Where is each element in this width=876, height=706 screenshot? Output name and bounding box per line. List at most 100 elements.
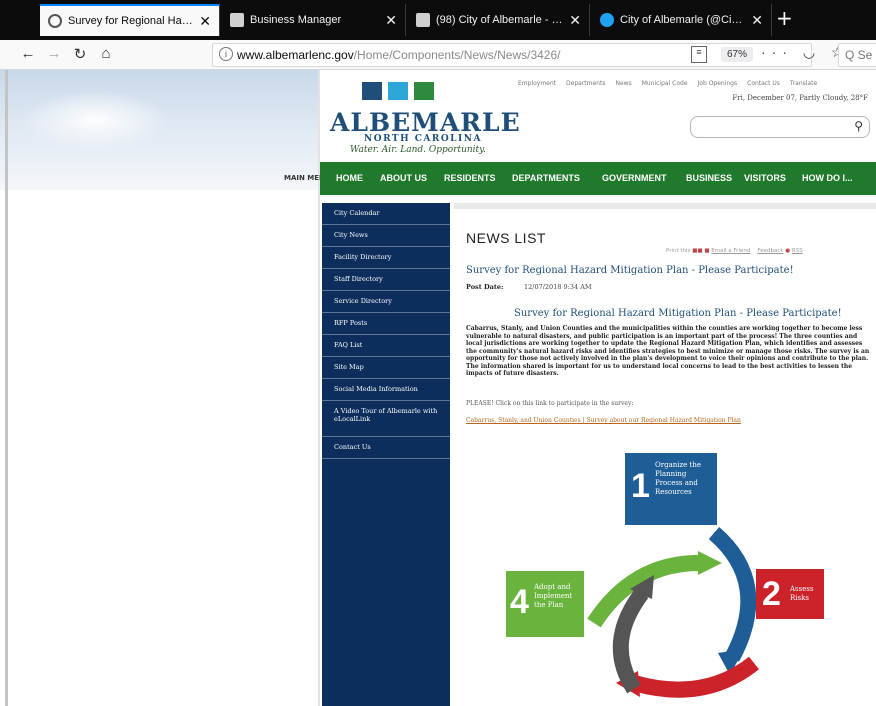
url-bar[interactable]: i www.albemarlenc.gov/Home/Components/Ne… [212,43,844,67]
util-link[interactable]: News [615,80,631,87]
nav-business[interactable]: BUSINESS [686,173,732,183]
step-2-box: 2 Assess Risks [756,569,824,619]
step-1-box: 1 Organize the Planning Process and Reso… [625,453,717,525]
nav-visitors[interactable]: VISITORS [744,173,786,183]
sidebar-item-contact-us[interactable]: Contact Us [322,437,450,459]
site-search-input[interactable]: ⚲ [690,116,870,138]
sidebar-item-rfp-posts[interactable]: RFP Posts [322,313,450,335]
nav-government[interactable]: GOVERNMENT [602,173,667,183]
sidebar-item-service-directory[interactable]: Service Directory [322,291,450,313]
search-icon[interactable]: ⚲ [854,119,863,133]
arrow-green-head [698,551,722,575]
util-link[interactable]: Job Openings [698,80,738,87]
print-link[interactable]: Print this [666,248,690,254]
step-text: Assess Risks [790,585,814,602]
info-icon[interactable]: i [219,47,233,61]
rss-link[interactable]: RSS [792,248,803,254]
url-text: www.albemarlenc.gov/Home/Components/News… [237,48,560,62]
logo-subtitle: NORTH CAROLINA [364,134,482,144]
browser-search-input[interactable]: Q Se [838,43,876,67]
new-tab-button[interactable]: + [776,6,793,30]
sidebar-item-social-media[interactable]: Social Media Information [322,379,450,401]
util-link[interactable]: Employment [518,80,556,87]
pocket-icon[interactable]: ◡ [803,44,821,60]
step-4-box: 4 Adopt and Implement the Plan [506,571,584,637]
step-text: Organize the Planning Process and Resour… [655,461,702,496]
page-title: NEWS LIST [466,230,546,246]
nav-how-do-i[interactable]: HOW DO I... [802,173,853,183]
email-icon[interactable]: ■ [704,248,709,254]
survey-prompt: PLEASE! Click on this link to participat… [466,400,634,407]
page-icon [416,13,430,27]
article-body: Cabarrus, Stanly, and Union Counties and… [466,325,870,377]
arrow-blue [708,526,757,662]
back-arrow-icon[interactable]: ← [18,45,38,62]
article-tools: Print this ■■ ■ Email a Friend Feedback … [666,248,803,254]
close-icon[interactable]: ✕ [385,12,397,29]
util-link[interactable]: Municipal Code [642,80,688,87]
url-path: /Home/Components/News/News/3426/ [353,48,561,62]
sidebar-item-facility-directory[interactable]: Facility Directory [322,247,450,269]
tab-label: Business Manager [250,14,342,26]
sidebar-item-site-map[interactable]: Site Map [322,357,450,379]
nav-residents[interactable]: RESIDENTS [444,173,496,183]
more-icon[interactable]: ··· [761,44,793,60]
tab-business-manager[interactable]: Business Manager ✕ [222,4,406,36]
print-icon[interactable]: ■■ [692,248,702,254]
reader-view-icon[interactable]: ≡ [691,46,707,63]
email-link[interactable]: Email a Friend [711,248,750,254]
util-link[interactable]: Departments [566,80,605,87]
step-text: Adopt and Implement the Plan [534,583,573,609]
tab-label: Survey for Regional Hazard Mi [68,15,194,27]
tab-label: City of Albemarle (@CityAlbem [620,14,745,26]
tab-label: (98) City of Albemarle - City C [436,14,563,26]
site-header: ALBEMARLE NORTH CAROLINA Water. Air. Lan… [320,70,876,162]
logo-tagline: Water. Air. Land. Opportunity. [350,145,486,155]
tab-city-albemarle[interactable]: (98) City of Albemarle - City C ✕ [408,4,590,36]
header-sky-background [0,70,320,190]
sidebar-item-city-news[interactable]: City News [322,225,450,247]
briefcase-icon [230,13,244,27]
land-icon [414,82,434,100]
left-edge-bar [5,70,8,706]
sidebar-item-faq-list[interactable]: FAQ List [322,335,450,357]
air-icon [388,82,408,100]
zoom-indicator[interactable]: 67% [721,47,754,62]
date-weather: Fri, December 07, Partly Cloudy, 28°F [732,94,868,102]
logo-title[interactable]: ALBEMARLE [330,108,521,137]
browser-toolbar: ← → ↻ ⌂ i www.albemarlenc.gov/Home/Compo… [0,40,876,70]
arrow-red [631,656,759,698]
nav-home[interactable]: HOME [336,173,363,183]
close-icon[interactable]: ✕ [751,12,763,29]
browser-tab-bar: Survey for Regional Hazard Mi ✕ Business… [0,0,876,40]
sidebar-nav: City Calendar City News Facility Directo… [322,203,450,706]
main-nav: HOME ABOUT US RESIDENTS DEPARTMENTS GOVE… [320,162,876,195]
article-headline[interactable]: Survey for Regional Hazard Mitigation Pl… [466,265,794,276]
close-icon[interactable]: ✕ [199,13,211,30]
sidebar-item-city-calendar[interactable]: City Calendar [322,203,450,225]
home-icon[interactable]: ⌂ [96,45,116,62]
twitter-icon [600,13,614,27]
step-number: 2 [762,575,781,613]
forward-arrow-icon[interactable]: → [44,45,64,62]
article-subheadline: Survey for Regional Hazard Mitigation Pl… [514,308,842,319]
page-icon [48,14,62,28]
logo-icons [362,82,434,100]
sidebar-item-video-tour[interactable]: A Video Tour of Albemarle with eLocalLin… [322,401,450,437]
rss-icon[interactable]: ● [785,248,790,254]
tab-twitter[interactable]: City of Albemarle (@CityAlbem ✕ [592,4,772,36]
util-link[interactable]: Translate [790,80,817,87]
survey-link[interactable]: Cabarrus, Stanly, and Union Counties | S… [466,417,741,424]
feedback-link[interactable]: Feedback [757,248,783,254]
page-viewport: ALBEMARLE NORTH CAROLINA Water. Air. Lan… [0,70,876,706]
nav-departments[interactable]: DEPARTMENTS [512,173,580,183]
water-icon [362,82,382,100]
step-number: 4 [510,583,529,621]
reload-icon[interactable]: ↻ [70,45,90,63]
nav-about-us[interactable]: ABOUT US [380,173,427,183]
util-link[interactable]: Contact Us [747,80,780,87]
url-domain: www.albemarlenc.gov [237,48,354,62]
sidebar-item-staff-directory[interactable]: Staff Directory [322,269,450,291]
tab-survey[interactable]: Survey for Regional Hazard Mi ✕ [40,4,220,36]
close-icon[interactable]: ✕ [569,12,581,29]
